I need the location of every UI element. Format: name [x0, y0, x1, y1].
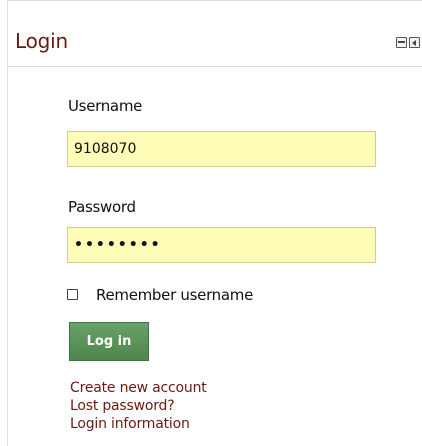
hide-block-icon[interactable] [409, 37, 420, 48]
login-links: Create new account Lost password? Login … [70, 379, 207, 433]
login-button[interactable]: Log in [69, 322, 149, 361]
block-header-controls [396, 37, 420, 48]
login-block: Login Username Password Remember usernam… [7, 0, 422, 446]
block-header: Login [8, 1, 422, 67]
remember-username-checkbox[interactable] [67, 289, 78, 300]
login-information-link[interactable]: Login information [70, 415, 207, 433]
create-account-link[interactable]: Create new account [70, 379, 207, 397]
remember-username-label[interactable]: Remember username [96, 286, 253, 304]
dock-icon[interactable] [396, 37, 407, 48]
lost-password-link[interactable]: Lost password? [70, 397, 207, 415]
password-label: Password [68, 198, 136, 216]
username-label: Username [68, 97, 143, 115]
username-field[interactable] [67, 131, 376, 167]
block-title: Login [15, 29, 68, 53]
password-field[interactable] [67, 227, 376, 263]
